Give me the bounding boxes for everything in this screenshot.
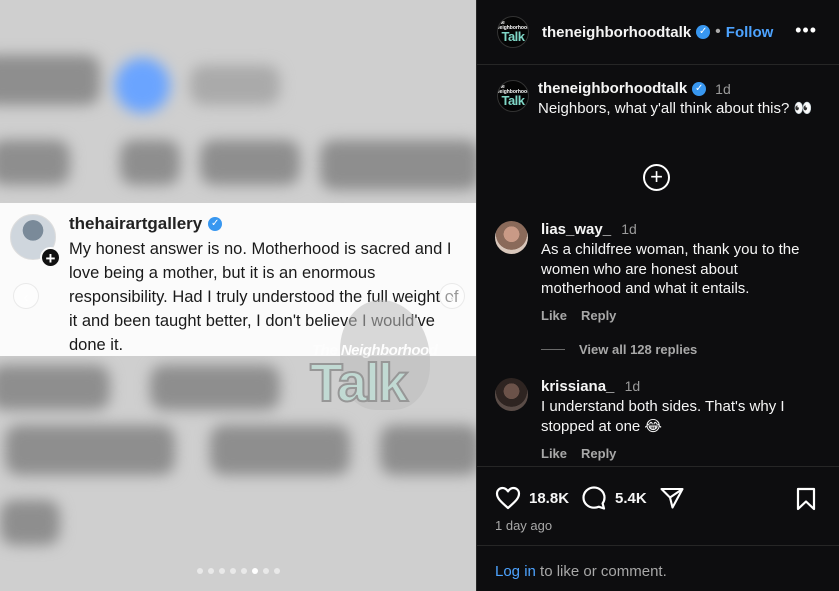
commenter-avatar[interactable] xyxy=(495,221,528,254)
comment-count: 5.4K xyxy=(615,489,647,507)
replies-divider xyxy=(541,349,565,350)
share-button[interactable] xyxy=(659,486,685,510)
more-options-icon[interactable]: ••• xyxy=(795,20,817,41)
divider xyxy=(477,545,839,546)
quote-plus-icon: + xyxy=(40,247,61,268)
reply-comment-button[interactable]: Reply xyxy=(581,446,616,461)
previous-slide-button[interactable]: ‹ xyxy=(13,283,39,309)
caption-handle[interactable]: theneighborhoodtalk xyxy=(538,80,687,97)
slide-dot xyxy=(230,568,236,574)
login-prompt: Log in to like or comment. xyxy=(495,563,667,580)
comment-text: I understand both sides. That's why I st… xyxy=(541,398,785,435)
heart-icon xyxy=(495,486,521,510)
login-rest: to like or comment. xyxy=(535,563,667,580)
caption-text: Neighbors, what y'all think about this? … xyxy=(538,100,813,117)
view-replies-button[interactable]: View all 128 replies xyxy=(541,342,697,357)
post-media[interactable]: + thehairartgallery ✓ My honest answer i… xyxy=(0,0,476,591)
quote-username: thehairartgallery ✓ xyxy=(69,214,223,234)
caption-time: 1d xyxy=(715,80,731,97)
comment-button[interactable]: 5.4K xyxy=(581,485,647,511)
slide-dot xyxy=(219,568,225,574)
like-count: 18.8K xyxy=(529,489,570,507)
slide-dot xyxy=(241,568,247,574)
comment-icon xyxy=(582,486,606,510)
add-icon[interactable]: + xyxy=(643,164,670,191)
follow-button[interactable]: Follow xyxy=(726,24,774,41)
like-comment-button[interactable]: Like xyxy=(541,308,567,323)
action-bar: 18.8K 5.4K xyxy=(495,485,697,511)
verified-icon: ✓ xyxy=(696,25,711,39)
reply-comment-button[interactable]: Reply xyxy=(581,308,616,323)
slide-dot xyxy=(197,568,203,574)
like-comment-button[interactable]: Like xyxy=(541,446,567,461)
caption-avatar[interactable]: The Neighborhood Talk xyxy=(497,80,529,112)
watermark: The Neighborhood Talk xyxy=(300,300,450,420)
login-link[interactable]: Log in xyxy=(495,563,536,580)
slide-indicator xyxy=(197,568,280,574)
post-header: The Neighborhood Talk theneighborhoodtal… xyxy=(477,0,839,65)
separator-dot: • xyxy=(715,23,721,40)
like-button[interactable]: 18.8K xyxy=(495,486,569,510)
share-icon xyxy=(660,487,684,509)
slide-dot xyxy=(252,568,258,574)
commenter-avatar[interactable] xyxy=(495,378,528,411)
comment-time: 1d xyxy=(624,378,641,394)
account-avatar[interactable]: The Neighborhood Talk xyxy=(497,16,529,48)
divider xyxy=(477,466,839,467)
verified-icon: ✓ xyxy=(692,81,707,96)
post-panel: The Neighborhood Talk theneighborhoodtal… xyxy=(476,0,839,591)
view-replies-label: View all 128 replies xyxy=(579,342,698,357)
comment-text: As a childfree woman, thank you to the w… xyxy=(541,241,800,297)
slide-dot xyxy=(263,568,269,574)
account-handle[interactable]: theneighborhoodtalk xyxy=(542,24,691,41)
slide-dot xyxy=(208,568,214,574)
comment-time: 1d xyxy=(621,221,637,237)
post-time: 1 day ago xyxy=(495,518,553,533)
verified-icon: ✓ xyxy=(208,217,223,231)
bookmark-icon[interactable] xyxy=(795,487,817,511)
commenter-username[interactable]: krissiana_ xyxy=(541,378,614,395)
commenter-username[interactable]: lias_way_ xyxy=(541,221,611,238)
slide-dot xyxy=(274,568,280,574)
